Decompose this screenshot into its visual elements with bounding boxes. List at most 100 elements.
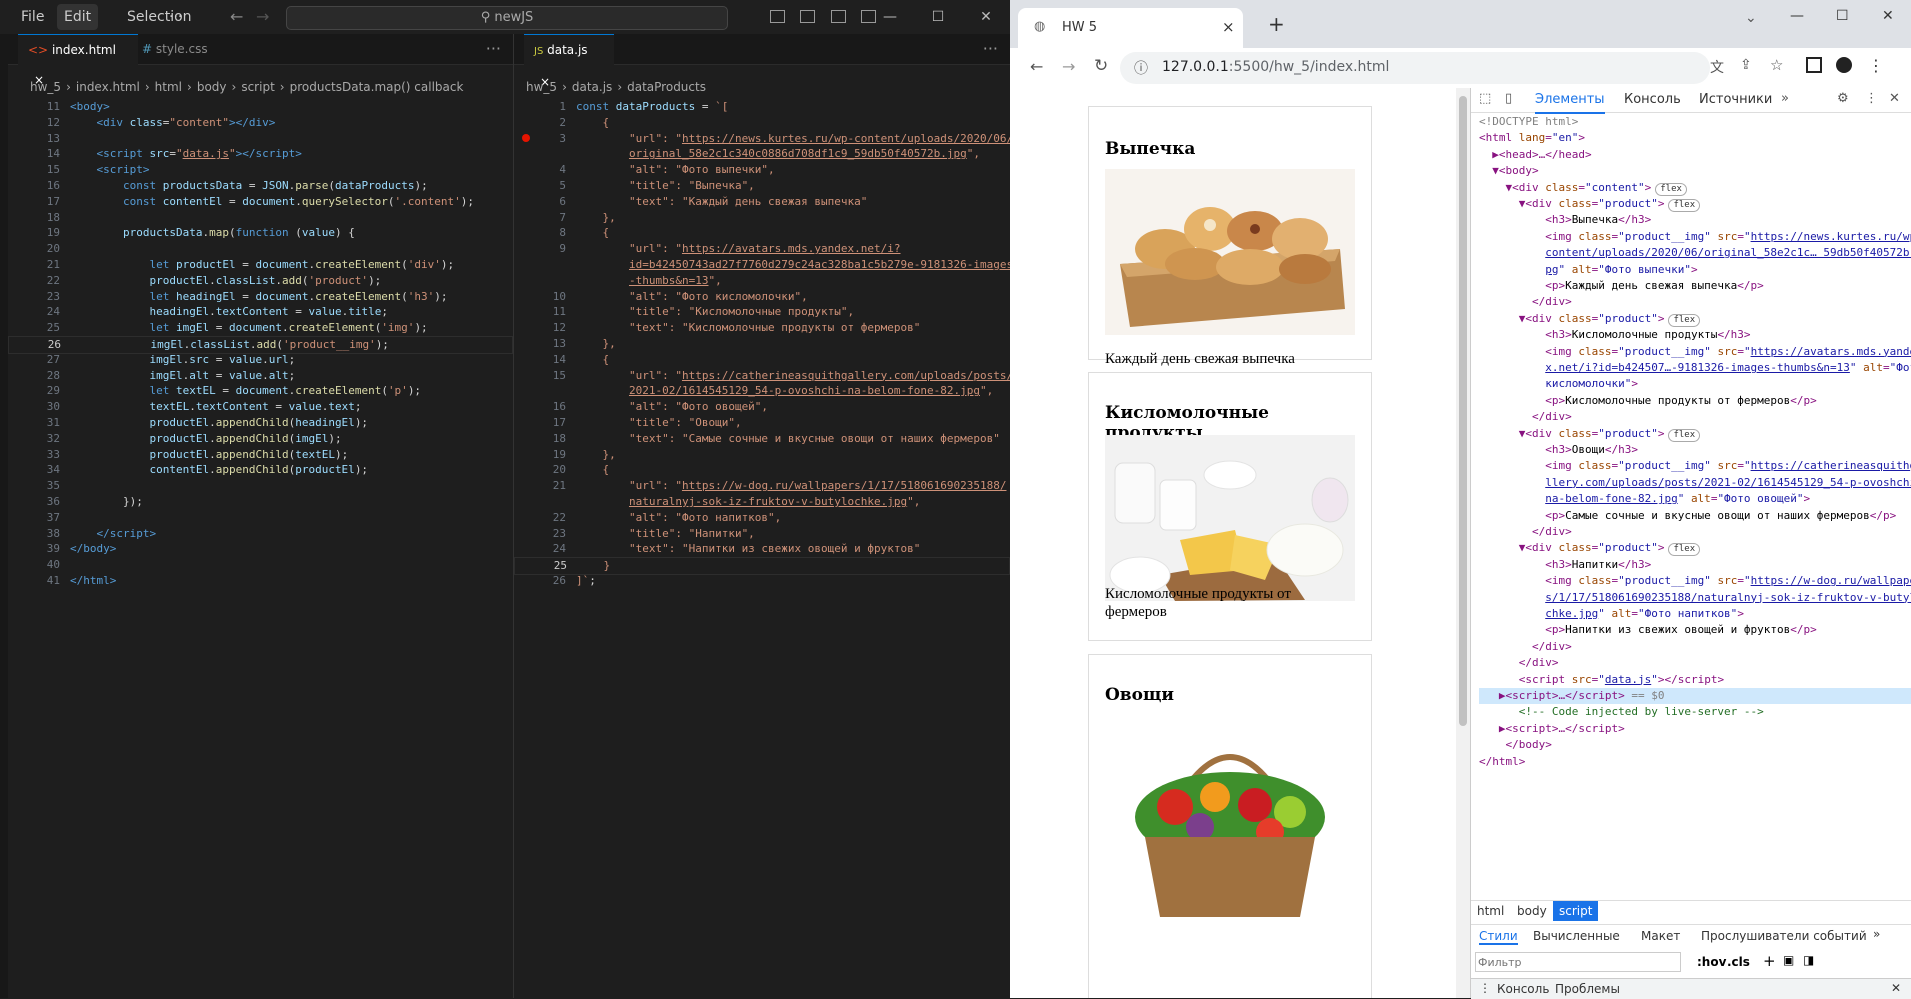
forward-icon[interactable]: → (1062, 57, 1075, 76)
code-line[interactable]: 23 "title": "Напитки", (514, 526, 1010, 542)
inspect-element-icon[interactable]: ⬚ (1479, 91, 1491, 106)
toggle-sidebar-icon[interactable] (770, 10, 785, 23)
dom-node-line[interactable]: </div> (1479, 655, 1911, 671)
dom-node-line[interactable]: content/uploads/2020/06/original_58e2c1c… (1479, 245, 1911, 261)
tab-layout[interactable]: Макет (1641, 929, 1680, 943)
code-line[interactable]: 13 }, (514, 336, 1010, 352)
code-line[interactable]: 19 }, (514, 447, 1010, 463)
code-line[interactable]: 6 "text": "Каждый день свежая выпечка" (514, 194, 1010, 210)
breakpoint-icon[interactable] (522, 134, 530, 142)
code-line[interactable]: -thumbs&n=13", (514, 273, 1010, 289)
code-line[interactable]: 26]`; (514, 573, 1010, 589)
browser-menu-icon[interactable]: ⋮ (1868, 56, 1884, 75)
dom-node-line[interactable]: <!DOCTYPE html> (1479, 114, 1911, 130)
code-line[interactable]: 28 imgEl.alt = value.alt; (8, 368, 513, 384)
code-line[interactable]: 10 "alt": "Фото кисломолочки", (514, 289, 1010, 305)
code-line[interactable]: 37 (8, 510, 513, 526)
reload-icon[interactable]: ↻ (1094, 56, 1108, 76)
tab-data-js[interactable]: JS data.js × (524, 34, 614, 89)
profile-avatar-icon[interactable] (1836, 57, 1852, 73)
dom-node-line[interactable]: ▼<div class="content"> flex (1479, 180, 1911, 196)
code-line[interactable]: 21 let productEl = document.createElemen… (8, 257, 513, 273)
breadcrumb-item[interactable]: hw_5 (30, 80, 61, 94)
close-drawer-icon[interactable]: ✕ (1891, 981, 1901, 995)
code-line[interactable]: 2 { (514, 115, 1010, 131)
dom-node-line[interactable]: ▶<head>…</head> (1479, 147, 1911, 163)
share-icon[interactable]: ⇪ (1740, 57, 1752, 73)
breadcrumb-item[interactable]: index.html (76, 80, 140, 94)
code-line[interactable]: 9 "url": "https://avatars.mds.yandex.net… (514, 241, 1010, 257)
menu-more[interactable]: ··· (162, 0, 189, 34)
dom-node-line[interactable]: </html> (1479, 754, 1911, 770)
toggle-secondary-sidebar-icon[interactable] (830, 10, 846, 23)
devtools-menu-icon[interactable]: ⋮ (1865, 91, 1878, 106)
close-window-icon[interactable]: ✕ (966, 0, 1006, 34)
class-toggle[interactable]: .cls (1727, 955, 1750, 969)
elements-dom-tree[interactable]: <!DOCTYPE html> <html lang="en"> ▶<head>…… (1471, 114, 1911, 784)
editor-pane-left[interactable]: <> index.html × # style.css ··· hw_5 › ind… (8, 34, 513, 998)
dom-node-line[interactable]: ▼<body> (1479, 163, 1911, 179)
dom-node-line[interactable]: <h3>Овощи</h3> (1479, 442, 1911, 458)
code-line[interactable]: 13 (8, 131, 513, 147)
scrollbar-thumb[interactable] (1459, 96, 1467, 726)
code-line[interactable]: 25 let imgEl = document.createElement('i… (8, 320, 513, 336)
code-line[interactable]: 18 (8, 210, 513, 226)
side-panel-icon[interactable] (1806, 57, 1822, 73)
drawer-tab-issues[interactable]: Проблемы (1555, 982, 1620, 996)
dom-node-line[interactable]: </div> (1479, 409, 1911, 425)
more-actions-icon[interactable]: ··· (983, 34, 998, 64)
dom-node-line[interactable]: </div> (1479, 294, 1911, 310)
breadcrumb-item[interactable]: data.js (572, 80, 612, 94)
code-line[interactable]: 12 "text": "Кисломолочные продукты от фе… (514, 320, 1010, 336)
more-tabs-icon[interactable]: » (1873, 927, 1880, 941)
code-line[interactable]: 36 }); (8, 494, 513, 510)
drawer-menu-icon[interactable]: ⋮ (1479, 981, 1491, 995)
dom-node-line[interactable]: <h3>Кисломолочные продукты</h3> (1479, 327, 1911, 343)
code-line[interactable]: 41 </html> (8, 573, 513, 589)
dom-node-line[interactable]: <img class="product__img" src="https://w… (1479, 573, 1911, 589)
code-line[interactable]: 18 "text": "Самые сочные и вкусные овощи… (514, 431, 1010, 447)
crumb-html[interactable]: html (1477, 904, 1504, 918)
breadcrumb-item[interactable]: hw_5 (526, 80, 557, 94)
activity-bar[interactable] (0, 34, 8, 998)
code-line[interactable]: 27 imgEl.src = value.url; (8, 352, 513, 368)
code-line[interactable]: 22 productEl.classList.add('product'); (8, 273, 513, 289)
element-state-icon[interactable]: ▣ (1783, 953, 1794, 967)
code-line[interactable]: 17 "title": "Овощи", (514, 415, 1010, 431)
filter-input[interactable] (1475, 952, 1681, 972)
code-line[interactable]: id=b42450743ad27f7760d279c24ac328ba1c5b2… (514, 257, 1010, 273)
address-bar[interactable]: ⓘ 127.0.0.1:5500/hw_5/index.html (1120, 52, 1710, 84)
dom-node-line[interactable]: <script src="data.js"></script> (1479, 672, 1911, 688)
dom-node-line[interactable]: ▶<script>…</script> (1479, 721, 1911, 737)
menu-edit[interactable]: Edit (57, 4, 99, 30)
computed-sidebar-icon[interactable]: ◨ (1803, 953, 1814, 967)
tab-sources[interactable]: Источники (1699, 88, 1772, 112)
code-line[interactable]: 19 productsData.map(function (value) { (8, 225, 513, 241)
code-line[interactable]: 38 </script> (8, 526, 513, 542)
code-line[interactable]: original_58e2c1c340c0886d708df1c9_59db50… (514, 146, 1010, 162)
dom-node-line[interactable]: <p>Самые сочные и вкусные овощи от наших… (1479, 508, 1911, 524)
hover-state-toggle[interactable]: :hov (1697, 955, 1726, 969)
code-line[interactable]: 2021-02/1614545129_54-p-ovoshchi-na-belo… (514, 383, 1010, 399)
code-line[interactable]: 14 <script src="data.js"></script> (8, 146, 513, 162)
code-line[interactable]: 5 "title": "Выпечка", (514, 178, 1010, 194)
code-line[interactable]: 31 productEl.appendChild(headingEl); (8, 415, 513, 431)
close-window-icon[interactable]: ✕ (1882, 8, 1894, 24)
code-line[interactable]: 20 (8, 241, 513, 257)
code-line[interactable]: 23 let headingEl = document.createElemen… (8, 289, 513, 305)
code-line[interactable]: 24 headingEl.textContent = value.title; (8, 304, 513, 320)
dom-node-line[interactable]: </body> (1479, 737, 1911, 753)
dom-node-line[interactable]: ▼<div class="product"> flex (1479, 196, 1911, 212)
breadcrumb-item[interactable]: body (197, 80, 227, 94)
dom-node-line[interactable]: ▼<div class="product"> flex (1479, 540, 1911, 557)
code-line[interactable]: 22 "alt": "Фото напитков", (514, 510, 1010, 526)
menu-file[interactable]: File (14, 0, 51, 34)
page-scrollbar[interactable] (1456, 88, 1470, 998)
code-line[interactable]: 20 { (514, 462, 1010, 478)
dom-node-line[interactable]: ▼<div class="product"> flex (1479, 311, 1911, 327)
dom-node-line[interactable]: <html lang="en"> (1479, 130, 1911, 146)
dom-node-line[interactable]: chke.jpg" alt="Фото напитков"> (1479, 606, 1911, 622)
dom-node-line[interactable]: <!-- Code injected by live-server --> (1479, 704, 1911, 720)
code-line[interactable]: 39 </body> (8, 541, 513, 557)
dom-node-line[interactable]: <img class="product__img" src="https://n… (1479, 229, 1911, 245)
